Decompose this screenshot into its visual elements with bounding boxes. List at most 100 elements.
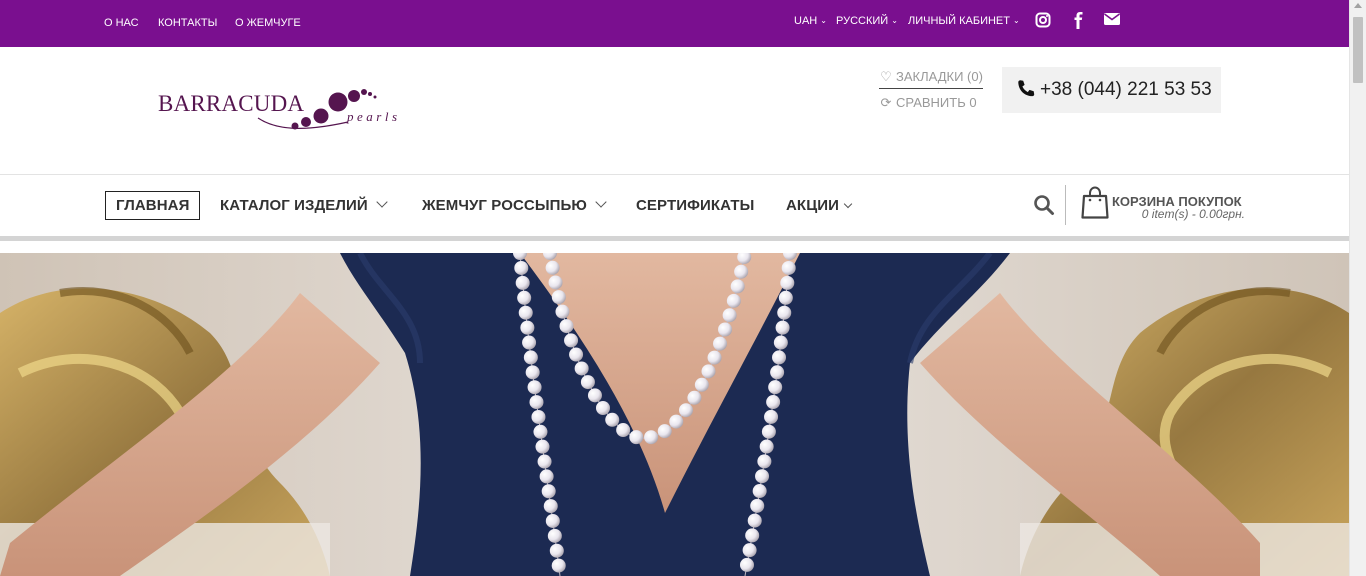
hero-illustration (0, 253, 1349, 576)
pearl-bead (694, 377, 709, 392)
pearl-bead (548, 275, 563, 290)
top-bar: О НАС КОНТАКТЫ О ЖЕМЧУГЕ UAH ⌄ РУССКИЙ ⌄ Л… (0, 0, 1349, 47)
pearl-bead (678, 403, 693, 418)
pearl-bead (764, 409, 779, 424)
pearl-bead (747, 513, 762, 528)
compare-label: СРАВНИТЬ 0 (896, 95, 977, 110)
pearl-bead (644, 430, 659, 445)
page-scrollbar[interactable] (1349, 0, 1366, 576)
site-logo[interactable]: BARRACUDA pearls (158, 86, 424, 136)
pearl-bead (722, 308, 737, 323)
pearl-bead (527, 380, 542, 395)
pearl-bead (580, 375, 595, 390)
pearl-bead (755, 469, 770, 484)
scroll-up-arrow-icon[interactable] (1354, 3, 1362, 8)
pearl-bead (657, 424, 672, 439)
chevron-down-icon: ⌄ (1012, 16, 1020, 25)
pearl-bead (750, 498, 765, 513)
pearl-bead (515, 275, 530, 290)
language-label: РУССКИЙ (836, 15, 889, 27)
pearl-bead (707, 350, 722, 365)
account-dropdown[interactable]: ЛИЧНЫЙ КАБИНЕТ ⌄ (908, 15, 1020, 27)
refresh-icon: ⟳ (880, 95, 892, 110)
currency-dropdown[interactable]: UAH ⌄ (794, 15, 827, 27)
pearl-bead (541, 484, 556, 499)
pearl-bead (533, 424, 548, 439)
pearl-bead (545, 513, 560, 528)
compare-link[interactable]: ⟳ СРАВНИТЬ 0 (879, 95, 977, 111)
nav-item-loose-pearls[interactable]: ЖЕМЧУГ РОССЫПЬЮ (422, 196, 607, 214)
nav-item-home[interactable]: ГЛАВНАЯ (105, 191, 201, 220)
pearl-bead (775, 320, 790, 335)
nav-item-label: ГЛАВНАЯ (116, 197, 190, 214)
pearl-bead (773, 335, 788, 350)
nav-item-label: АКЦИИ (786, 197, 840, 214)
pearl-bead (745, 528, 760, 543)
pearl-bead (713, 336, 728, 351)
pearl-bead (766, 395, 781, 410)
top-link-pearls-info[interactable]: О ЖЕМЧУГЕ (235, 17, 301, 29)
pearl-bead (529, 395, 544, 410)
chevron-down-icon (843, 199, 853, 209)
pearl-bead (669, 414, 684, 429)
envelope-icon[interactable] (1104, 12, 1122, 30)
phone-box[interactable]: +38 (044) 221 53 53 (1002, 67, 1221, 113)
pearl-bead (742, 543, 757, 558)
pearl-bead (569, 347, 584, 362)
instagram-icon[interactable] (1035, 12, 1053, 30)
top-link-contacts[interactable]: КОНТАКТЫ (158, 17, 217, 29)
pearl-bead (757, 454, 772, 469)
pearl-bead (752, 484, 767, 499)
pearl-bead (777, 305, 792, 320)
pearl-bead (730, 279, 745, 294)
nav-item-certificates[interactable]: СЕРТИФИКАТЫ (636, 197, 754, 214)
pearl-bead (718, 322, 733, 337)
pearl-bead (525, 365, 540, 380)
pearl-bead (587, 388, 602, 403)
pearl-bead (734, 264, 749, 279)
facebook-icon[interactable] (1071, 12, 1089, 30)
top-link-about[interactable]: О НАС (104, 17, 139, 29)
pearl-bead (780, 275, 795, 290)
pearl-bead (770, 365, 785, 380)
chevron-down-icon: ⌄ (820, 16, 827, 25)
nav-item-sales[interactable]: АКЦИИ (786, 197, 853, 214)
pearl-bead (761, 424, 776, 439)
shopping-bag-icon (1081, 186, 1109, 219)
pearl-bead (522, 335, 537, 350)
heart-icon: ♡ (880, 69, 892, 84)
scrollbar-thumb[interactable] (1353, 17, 1363, 83)
search-icon[interactable] (1033, 194, 1055, 216)
hero-slide-image[interactable] (0, 253, 1349, 576)
pearl-bead (514, 260, 529, 275)
language-dropdown[interactable]: РУССКИЙ ⌄ (836, 15, 898, 27)
pearl-bead (543, 499, 558, 514)
pearl-bead (595, 401, 610, 416)
pearl-bead (687, 390, 702, 405)
chevron-down-icon (376, 196, 388, 208)
nav-item-label: СЕРТИФИКАТЫ (636, 197, 755, 214)
logo-brand-text: BARRACUDA (158, 91, 305, 116)
nav-item-catalog[interactable]: КАТАЛОГ ИЗДЕЛИЙ (220, 196, 388, 214)
pearl-bead (768, 380, 783, 395)
nav-bottom-divider (0, 236, 1349, 241)
pearl-bead (517, 290, 532, 305)
pearl-bead (549, 543, 564, 558)
pearl-bead (559, 319, 574, 334)
pearl-bead (629, 430, 644, 445)
pearl-bead (726, 293, 741, 308)
pearl-bead (739, 557, 754, 572)
pearl-bead (778, 290, 793, 305)
pearl-bead (551, 290, 566, 305)
pearl-bead (518, 305, 533, 320)
pearl-bead (616, 423, 631, 438)
currency-label: UAH (794, 15, 818, 27)
pearl-bead (531, 409, 546, 424)
wishlist-link[interactable]: ♡ ЗАКЛАДКИ (0) (879, 69, 983, 89)
cart-summary: 0 item(s) - 0.00грн. (1141, 207, 1245, 221)
wishlist-label: ЗАКЛАДКИ (0) (896, 69, 983, 84)
cart-button[interactable]: КОРЗИНА ПОКУПОК 0 item(s) - 0.00грн. (1081, 186, 1251, 226)
pearl-bead (545, 260, 560, 275)
pearl-bead (523, 350, 538, 365)
phone-icon (1016, 79, 1036, 99)
